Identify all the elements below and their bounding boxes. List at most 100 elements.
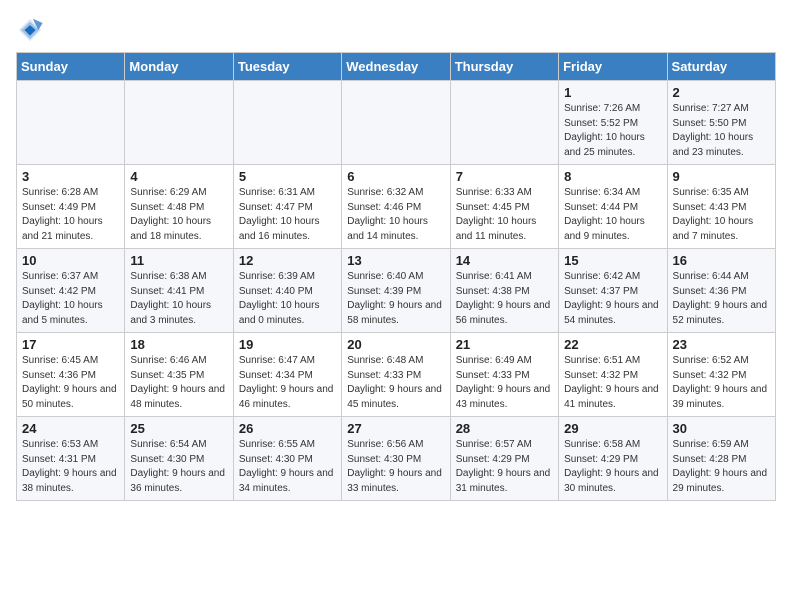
calendar-week-row: 24Sunrise: 6:53 AM Sunset: 4:31 PM Dayli… [17,417,776,501]
calendar: SundayMondayTuesdayWednesdayThursdayFrid… [16,52,776,501]
day-number: 9 [673,169,770,184]
weekday-header-cell: Thursday [450,53,558,81]
calendar-cell: 20Sunrise: 6:48 AM Sunset: 4:33 PM Dayli… [342,333,450,417]
calendar-cell: 21 Sunrise: 6:49 AM Sunset: 4:33 PM Dayli… [450,333,558,417]
day-info: Sunrise: 6:35 AM Sunset: 4:43 PM Dayligh… [673,186,770,244]
day-info: Sunrise: 6:46 AM Sunset: 4:35 PM Dayligh… [130,354,227,412]
day-info: Sunrise: 6:32 AM Sunset: 4:46 PM Dayligh… [347,186,444,244]
day-info: Sunrise: 6:31 AM Sunset: 4:47 PM Dayligh… [239,186,336,244]
day-number: 29 [564,421,661,436]
day-info: Sunrise: 6:52 AM Sunset: 4:32 PM Dayligh… [673,354,770,412]
day-number: 14 [456,253,553,268]
calendar-week-row: 17 Sunrise: 6:45 AM Sunset: 4:36 PM Dayli… [17,333,776,417]
logo [16,16,48,44]
day-info: Sunrise: 6:55 AM Sunset: 4:30 PM Dayligh… [239,438,336,496]
day-info: Sunrise: 6:34 AM Sunset: 4:44 PM Dayligh… [564,186,661,244]
calendar-cell: 4 Sunrise: 6:29 AM Sunset: 4:48 PM Daylig… [125,165,233,249]
calendar-cell: 16 Sunrise: 6:44 AM Sunset: 4:36 PM Dayli… [667,249,775,333]
calendar-cell: 2 Sunrise: 7:27 AM Sunset: 5:50 PM Daylig… [667,81,775,165]
day-number: 25 [130,421,227,436]
day-info: Sunrise: 6:49 AM Sunset: 4:33 PM Dayligh… [456,354,553,412]
calendar-cell: 26Sunrise: 6:55 AM Sunset: 4:30 PM Dayli… [233,417,341,501]
day-number: 28 [456,421,553,436]
calendar-cell: 1 Sunrise: 7:26 AM Sunset: 5:52 PM Daylig… [559,81,667,165]
calendar-cell [17,81,125,165]
day-number: 23 [673,337,770,352]
weekday-header-cell: Tuesday [233,53,341,81]
day-number: 10 [22,253,119,268]
day-info: Sunrise: 6:45 AM Sunset: 4:36 PM Dayligh… [22,354,119,412]
calendar-cell: 30 Sunrise: 6:59 AM Sunset: 4:28 PM Dayli… [667,417,775,501]
header [16,16,776,44]
day-number: 12 [239,253,336,268]
calendar-cell: 17 Sunrise: 6:45 AM Sunset: 4:36 PM Dayli… [17,333,125,417]
calendar-cell: 29 Sunrise: 6:58 AM Sunset: 4:29 PM Dayli… [559,417,667,501]
calendar-week-row: 10 Sunrise: 6:37 AM Sunset: 4:42 PM Dayli… [17,249,776,333]
calendar-week-row: 3 Sunrise: 6:28 AM Sunset: 4:49 PM Daylig… [17,165,776,249]
day-number: 13 [347,253,444,268]
calendar-cell: 22 Sunrise: 6:51 AM Sunset: 4:32 PM Dayli… [559,333,667,417]
day-info: Sunrise: 7:26 AM Sunset: 5:52 PM Dayligh… [564,102,661,160]
calendar-cell [125,81,233,165]
day-info: Sunrise: 6:28 AM Sunset: 4:49 PM Dayligh… [22,186,119,244]
calendar-cell [342,81,450,165]
calendar-cell: 6 Sunrise: 6:32 AM Sunset: 4:46 PM Daylig… [342,165,450,249]
day-info: Sunrise: 6:54 AM Sunset: 4:30 PM Dayligh… [130,438,227,496]
day-number: 17 [22,337,119,352]
weekday-header-row: SundayMondayTuesdayWednesdayThursdayFrid… [17,53,776,81]
logo-icon [16,16,44,44]
day-info: Sunrise: 6:53 AM Sunset: 4:31 PM Dayligh… [22,438,119,496]
day-number: 22 [564,337,661,352]
day-number: 16 [673,253,770,268]
weekday-header-cell: Friday [559,53,667,81]
calendar-cell: 27Sunrise: 6:56 AM Sunset: 4:30 PM Dayli… [342,417,450,501]
calendar-cell: 25 Sunrise: 6:54 AM Sunset: 4:30 PM Dayli… [125,417,233,501]
day-info: Sunrise: 6:47 AM Sunset: 4:34 PM Dayligh… [239,354,336,412]
weekday-header-cell: Monday [125,53,233,81]
weekday-header-cell: Wednesday [342,53,450,81]
day-number: 4 [130,169,227,184]
day-info: Sunrise: 6:39 AM Sunset: 4:40 PM Dayligh… [239,270,336,328]
day-number: 6 [347,169,444,184]
calendar-cell [450,81,558,165]
calendar-body: 1 Sunrise: 7:26 AM Sunset: 5:52 PM Daylig… [17,81,776,501]
calendar-cell: 19 Sunrise: 6:47 AM Sunset: 4:34 PM Dayli… [233,333,341,417]
day-info: Sunrise: 6:41 AM Sunset: 4:38 PM Dayligh… [456,270,553,328]
day-number: 11 [130,253,227,268]
day-info: Sunrise: 6:40 AM Sunset: 4:39 PM Dayligh… [347,270,444,328]
calendar-cell: 15Sunrise: 6:42 AM Sunset: 4:37 PM Dayli… [559,249,667,333]
day-info: Sunrise: 6:37 AM Sunset: 4:42 PM Dayligh… [22,270,119,328]
day-number: 2 [673,85,770,100]
calendar-cell: 9 Sunrise: 6:35 AM Sunset: 4:43 PM Daylig… [667,165,775,249]
calendar-cell: 3 Sunrise: 6:28 AM Sunset: 4:49 PM Daylig… [17,165,125,249]
day-info: Sunrise: 6:56 AM Sunset: 4:30 PM Dayligh… [347,438,444,496]
day-info: Sunrise: 6:58 AM Sunset: 4:29 PM Dayligh… [564,438,661,496]
weekday-header-cell: Saturday [667,53,775,81]
calendar-cell: 28 Sunrise: 6:57 AM Sunset: 4:29 PM Dayli… [450,417,558,501]
day-info: Sunrise: 6:57 AM Sunset: 4:29 PM Dayligh… [456,438,553,496]
day-number: 7 [456,169,553,184]
calendar-cell: 24Sunrise: 6:53 AM Sunset: 4:31 PM Dayli… [17,417,125,501]
day-number: 19 [239,337,336,352]
day-info: Sunrise: 6:59 AM Sunset: 4:28 PM Dayligh… [673,438,770,496]
day-number: 21 [456,337,553,352]
calendar-cell: 23 Sunrise: 6:52 AM Sunset: 4:32 PM Dayli… [667,333,775,417]
day-number: 8 [564,169,661,184]
calendar-cell [233,81,341,165]
day-number: 1 [564,85,661,100]
calendar-cell: 5Sunrise: 6:31 AM Sunset: 4:47 PM Daylig… [233,165,341,249]
day-number: 20 [347,337,444,352]
calendar-cell: 10 Sunrise: 6:37 AM Sunset: 4:42 PM Dayli… [17,249,125,333]
day-info: Sunrise: 6:33 AM Sunset: 4:45 PM Dayligh… [456,186,553,244]
day-info: Sunrise: 6:51 AM Sunset: 4:32 PM Dayligh… [564,354,661,412]
day-info: Sunrise: 6:29 AM Sunset: 4:48 PM Dayligh… [130,186,227,244]
calendar-cell: 8 Sunrise: 6:34 AM Sunset: 4:44 PM Daylig… [559,165,667,249]
calendar-cell: 11Sunrise: 6:38 AM Sunset: 4:41 PM Dayli… [125,249,233,333]
day-info: Sunrise: 6:44 AM Sunset: 4:36 PM Dayligh… [673,270,770,328]
calendar-cell: 12 Sunrise: 6:39 AM Sunset: 4:40 PM Dayli… [233,249,341,333]
day-info: Sunrise: 7:27 AM Sunset: 5:50 PM Dayligh… [673,102,770,160]
weekday-header-cell: Sunday [17,53,125,81]
day-number: 30 [673,421,770,436]
calendar-cell: 13 Sunrise: 6:40 AM Sunset: 4:39 PM Dayli… [342,249,450,333]
day-number: 3 [22,169,119,184]
